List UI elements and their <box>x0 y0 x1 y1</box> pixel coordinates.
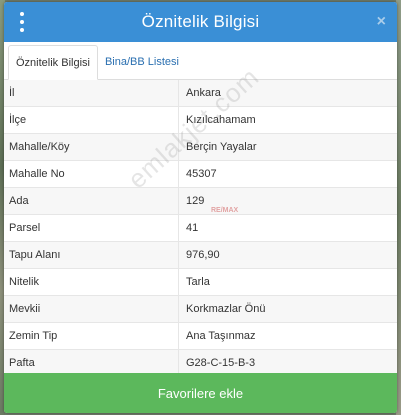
table-row: Ada 129 <box>4 188 397 215</box>
table-row: İlçe Kızılcahamam <box>4 107 397 134</box>
attribute-table: İl Ankara İlçe Kızılcahamam Mahalle/Köy … <box>4 80 397 377</box>
attribute-key: Mahalle No <box>4 161 179 187</box>
attribute-value: 41 <box>186 222 199 234</box>
table-row: Parsel 41 <box>4 215 397 242</box>
attribute-value: Korkmazlar Önü <box>186 303 266 315</box>
table-row: Mahalle No 45307 <box>4 161 397 188</box>
attribute-key: İl <box>4 80 179 106</box>
attribute-key: Ada <box>4 188 179 214</box>
tab-attribute-info[interactable]: Öznitelik Bilgisi <box>8 45 98 80</box>
attribute-key: Zemin Tip <box>4 323 179 349</box>
tab-bar: Öznitelik Bilgisi Bina/BB Listesi <box>4 42 397 80</box>
attribute-key: Nitelik <box>4 269 179 295</box>
attribute-value: 976,90 <box>186 249 220 261</box>
attribute-key: İlçe <box>4 107 179 133</box>
tab-building-list[interactable]: Bina/BB Listesi <box>98 45 186 79</box>
attribute-info-dialog: Öznitelik Bilgisi × Öznitelik Bilgisi Bi… <box>4 2 397 413</box>
dialog-title: Öznitelik Bilgisi <box>141 12 260 31</box>
attribute-value: Berçin Yayalar <box>186 141 257 153</box>
table-row: Zemin Tip Ana Taşınmaz <box>4 323 397 350</box>
attribute-key: Parsel <box>4 215 179 241</box>
dialog-header: Öznitelik Bilgisi × <box>4 2 397 42</box>
menu-dot <box>20 28 24 32</box>
table-row: Nitelik Tarla <box>4 269 397 296</box>
table-row: Tapu Alanı 976,90 <box>4 242 397 269</box>
menu-dot <box>20 20 24 24</box>
attribute-key: Mahalle/Köy <box>4 134 179 160</box>
add-to-favorites-button[interactable]: Favorilere ekle <box>4 373 397 413</box>
attribute-key: Tapu Alanı <box>4 242 179 268</box>
menu-dot <box>20 12 24 16</box>
attribute-value: Ana Taşınmaz <box>186 330 256 342</box>
attribute-value: 45307 <box>186 168 217 180</box>
close-icon[interactable]: × <box>377 12 386 32</box>
attribute-value: Kızılcahamam <box>186 114 256 126</box>
attribute-key: Mevkii <box>4 296 179 322</box>
vertical-dots-menu-icon[interactable] <box>17 12 27 32</box>
attribute-value: Ankara <box>186 87 221 99</box>
attribute-value: 129 <box>186 195 205 207</box>
table-row: Mevkii Korkmazlar Önü <box>4 296 397 323</box>
table-row: Mahalle/Köy Berçin Yayalar <box>4 134 397 161</box>
table-row: İl Ankara <box>4 80 397 107</box>
attribute-value: Tarla <box>186 276 210 288</box>
